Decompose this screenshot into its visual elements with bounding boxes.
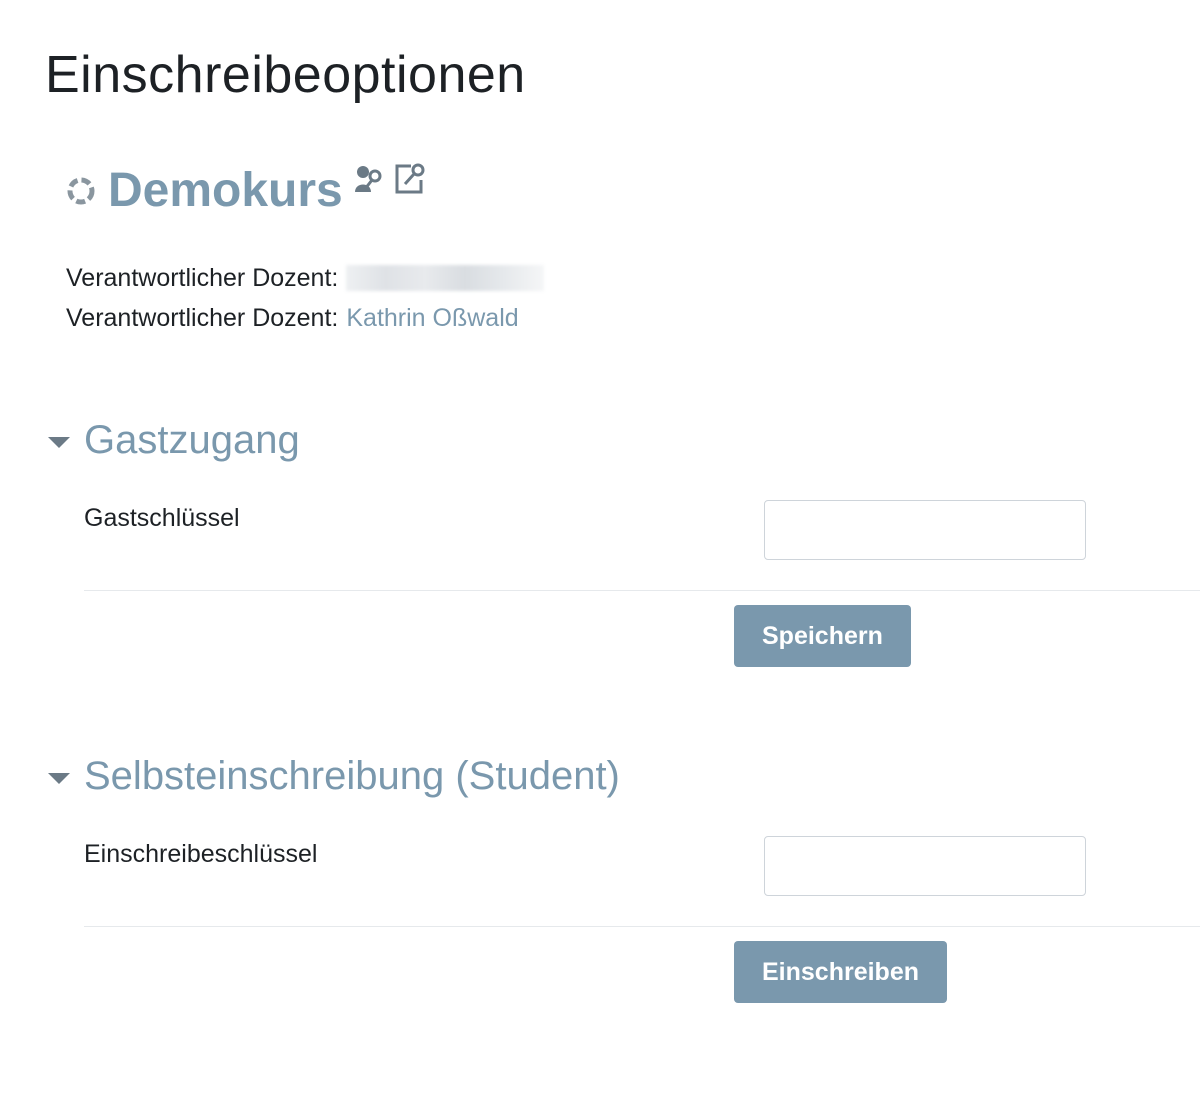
redacted-teacher-name xyxy=(346,265,545,291)
caret-down-icon xyxy=(48,436,70,448)
guest-access-toggle[interactable]: Gastzugang xyxy=(48,412,1200,468)
course-contacts: Verantwortlicher Dozent: Verantwortliche… xyxy=(66,258,545,338)
section-title: Gastzugang xyxy=(84,418,300,462)
guest-access-section: Gastzugang Gastschlüssel Speichern xyxy=(48,412,1200,682)
teacher-row: Verantwortlicher Dozent: Kathrin Oßwald xyxy=(66,298,544,338)
enrol-button[interactable]: Einschreiben xyxy=(734,941,947,1003)
save-button[interactable]: Speichern xyxy=(734,605,911,667)
teacher-label: Verantwortlicher Dozent: xyxy=(66,264,339,292)
enrolment-key-label: Einschreibeschlüssel xyxy=(84,840,318,868)
section-title: Selbsteinschreibung (Student) xyxy=(84,754,620,798)
course-title-link[interactable]: Demokurs xyxy=(108,160,343,222)
teacher-label: Verantwortlicher Dozent: xyxy=(66,304,339,332)
teacher-name-link[interactable]: Kathrin Oßwald xyxy=(346,298,518,338)
page-title: Einschreibeoptionen xyxy=(45,46,526,104)
guest-key-input[interactable] xyxy=(764,500,1086,560)
self-enrol-key-icon xyxy=(395,163,425,194)
self-enrolment-toggle[interactable]: Selbsteinschreibung (Student) xyxy=(48,748,1200,804)
enrolment-key-input[interactable] xyxy=(764,836,1086,896)
enrol-method-icons xyxy=(351,162,435,196)
guest-key-icon xyxy=(354,166,382,192)
caret-down-icon xyxy=(48,772,70,784)
divider xyxy=(84,590,1200,591)
self-enrolment-section: Selbsteinschreibung (Student) Einschreib… xyxy=(48,748,1200,1018)
divider xyxy=(84,926,1200,927)
guest-key-label: Gastschlüssel xyxy=(84,504,240,532)
course-icon xyxy=(67,177,95,205)
course-header: Demokurs xyxy=(66,160,435,222)
teacher-row: Verantwortlicher Dozent: xyxy=(66,258,545,298)
